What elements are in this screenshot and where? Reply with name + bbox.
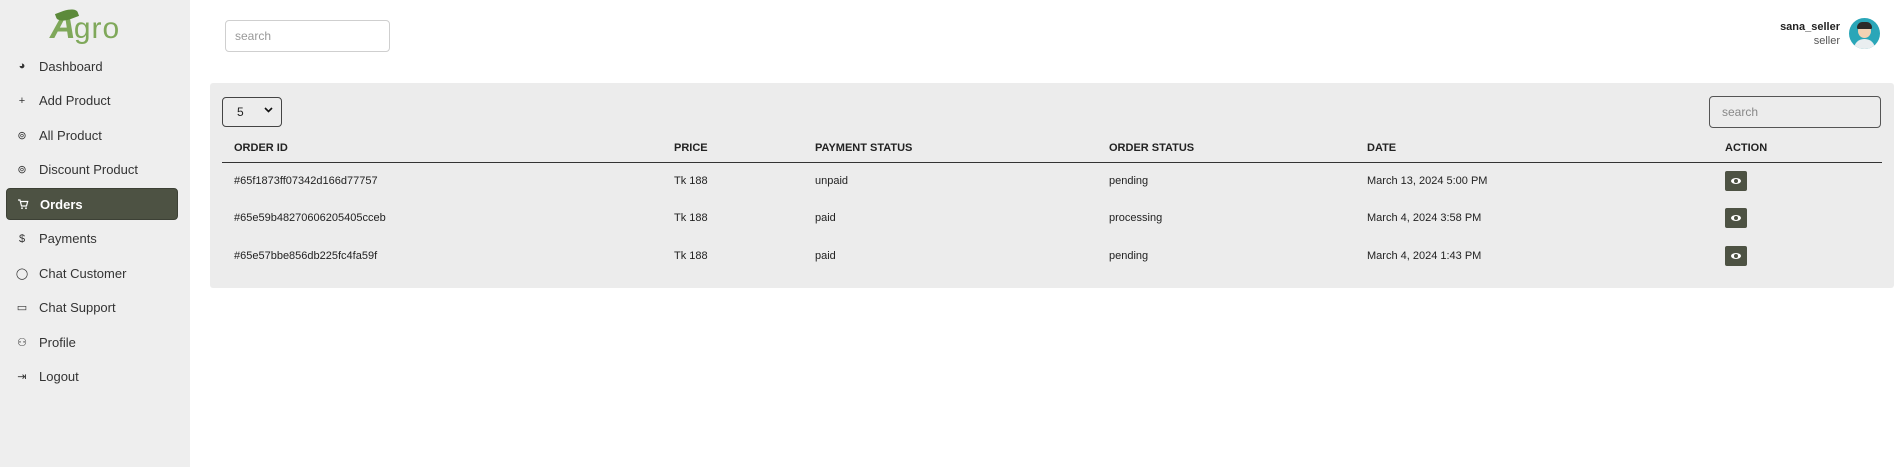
avatar-body xyxy=(1854,39,1875,49)
page-size-value: 5 xyxy=(237,105,244,119)
table-row: #65f1873ff07342d166d77757 Tk 188 unpaid … xyxy=(222,162,1882,200)
sidebar-item-add-product[interactable]: + Add Product xyxy=(6,85,178,117)
sidebar-item-payments[interactable]: $ Payments xyxy=(6,223,178,255)
user-menu[interactable]: sana_seller seller xyxy=(1780,18,1880,49)
eye-icon xyxy=(1731,252,1741,259)
avatar[interactable] xyxy=(1849,18,1880,49)
order-status-cell: pending xyxy=(1109,249,1149,262)
order-id-cell: #65e59b48270606205405cceb xyxy=(234,212,386,225)
sidebar-item-label: Chat Customer xyxy=(39,265,127,281)
table-row: #65e59b48270606205405cceb Tk 188 paid pr… xyxy=(222,200,1882,238)
logo-text: gro xyxy=(73,12,121,45)
sidebar-item-label: Logout xyxy=(39,369,79,384)
price-cell: Tk 188 xyxy=(674,175,708,187)
sidebar-item-label: Add Product xyxy=(39,93,111,108)
sidebar-item-profile[interactable]: ⚇ Profile xyxy=(6,326,178,358)
view-order-button[interactable] xyxy=(1725,245,1747,266)
dollar-icon: $ xyxy=(18,232,26,245)
eye-icon xyxy=(1731,215,1741,222)
sidebar-item-label: Payments xyxy=(39,231,97,246)
date-cell: March 4, 2024 3:58 PM xyxy=(1367,212,1482,225)
message-square-icon: ▭ xyxy=(16,302,28,314)
column-header-order-status[interactable]: ORDER STATUS xyxy=(1097,135,1355,163)
logo-letter: A xyxy=(49,5,76,46)
logo[interactable]: A gro xyxy=(0,0,190,44)
action-cell xyxy=(1713,200,1882,238)
user-info: sana_seller seller xyxy=(1780,21,1840,47)
order-status-cell: processing xyxy=(1109,212,1163,225)
main-content: sana_seller seller 5 xyxy=(190,0,1897,467)
sidebar-item-chat-customer[interactable]: ◯ Chat Customer xyxy=(6,257,178,289)
product-icon: ⊚ xyxy=(17,129,27,142)
sidebar-item-chat-support[interactable]: ▭ Chat Support xyxy=(6,292,178,324)
payment-status-cell: paid xyxy=(815,249,836,262)
discount-icon: ⊚ xyxy=(17,164,27,176)
order-id-cell: #65e57bbe856db225fc4fa59f xyxy=(234,249,378,262)
view-order-button[interactable] xyxy=(1725,171,1747,191)
date-cell: March 4, 2024 1:43 PM xyxy=(1367,249,1482,262)
column-header-payment-status[interactable]: PAYMENT STATUS xyxy=(803,135,1097,163)
view-order-button[interactable] xyxy=(1725,208,1747,229)
sidebar-item-discount-product[interactable]: ⊚ Discount Product xyxy=(6,154,178,186)
column-header-price[interactable]: PRICE xyxy=(662,135,803,163)
sidebar-item-label: Dashboard xyxy=(39,58,103,74)
payment-status-cell: unpaid xyxy=(815,175,849,187)
sidebar-item-label: Profile xyxy=(39,334,76,350)
dashboard-icon: ◕ xyxy=(18,60,26,72)
sidebar-item-all-product[interactable]: ⊚ All Product xyxy=(6,119,178,151)
order-status-cell: pending xyxy=(1109,175,1149,187)
cart-icon xyxy=(16,197,30,211)
orders-table: ORDER ID PRICE PAYMENT STATUS ORDER STAT… xyxy=(222,135,1882,275)
date-cell: March 13, 2024 5:00 PM xyxy=(1367,175,1488,187)
action-cell xyxy=(1713,237,1882,275)
logout-icon: ⇥ xyxy=(17,371,27,383)
chat-bubble-icon: ◯ xyxy=(15,267,29,280)
user-role: seller xyxy=(1813,34,1840,47)
app-root: A gro ◕ Dashboard + Add Product ⊚ All Pr… xyxy=(0,0,1897,467)
payment-status-cell: paid xyxy=(815,212,836,225)
chevron-down-icon xyxy=(264,105,273,117)
plus-icon: + xyxy=(18,94,26,107)
sidebar-item-label: Chat Support xyxy=(39,300,116,315)
orders-search-input[interactable] xyxy=(1709,96,1881,128)
order-id-cell: #65f1873ff07342d166d77757 xyxy=(234,175,378,187)
price-cell: Tk 188 xyxy=(674,249,708,262)
action-cell xyxy=(1713,162,1882,200)
sidebar-item-label: Orders xyxy=(40,196,83,212)
sidebar-item-logout[interactable]: ⇥ Logout xyxy=(6,361,178,393)
table-row: #65e57bbe856db225fc4fa59f Tk 188 paid pe… xyxy=(222,237,1882,275)
orders-panel: 5 ORDER ID PRICE PAYMENT STATUS ORDER ST… xyxy=(210,83,1894,288)
users-icon: ⚇ xyxy=(17,336,27,349)
table-header-row: ORDER ID PRICE PAYMENT STATUS ORDER STAT… xyxy=(222,135,1882,163)
column-header-action: ACTION xyxy=(1713,135,1882,163)
sidebar-item-dashboard[interactable]: ◕ Dashboard xyxy=(6,50,178,82)
page-size-select[interactable]: 5 xyxy=(222,97,282,127)
sidebar-item-label: Discount Product xyxy=(39,162,138,177)
column-header-order-id[interactable]: ORDER ID xyxy=(222,135,662,163)
sidebar-item-orders[interactable]: Orders xyxy=(6,188,178,220)
sidebar-item-label: All Product xyxy=(39,127,102,143)
price-cell: Tk 188 xyxy=(674,212,708,225)
column-header-date[interactable]: DATE xyxy=(1355,135,1713,163)
sidebar-nav: ◕ Dashboard + Add Product ⊚ All Product … xyxy=(0,50,190,393)
avatar-hair xyxy=(1857,22,1872,29)
sidebar: A gro ◕ Dashboard + Add Product ⊚ All Pr… xyxy=(0,0,190,467)
user-name: sana_seller xyxy=(1780,20,1840,33)
eye-icon xyxy=(1731,178,1741,184)
header-search-input[interactable] xyxy=(225,20,390,52)
